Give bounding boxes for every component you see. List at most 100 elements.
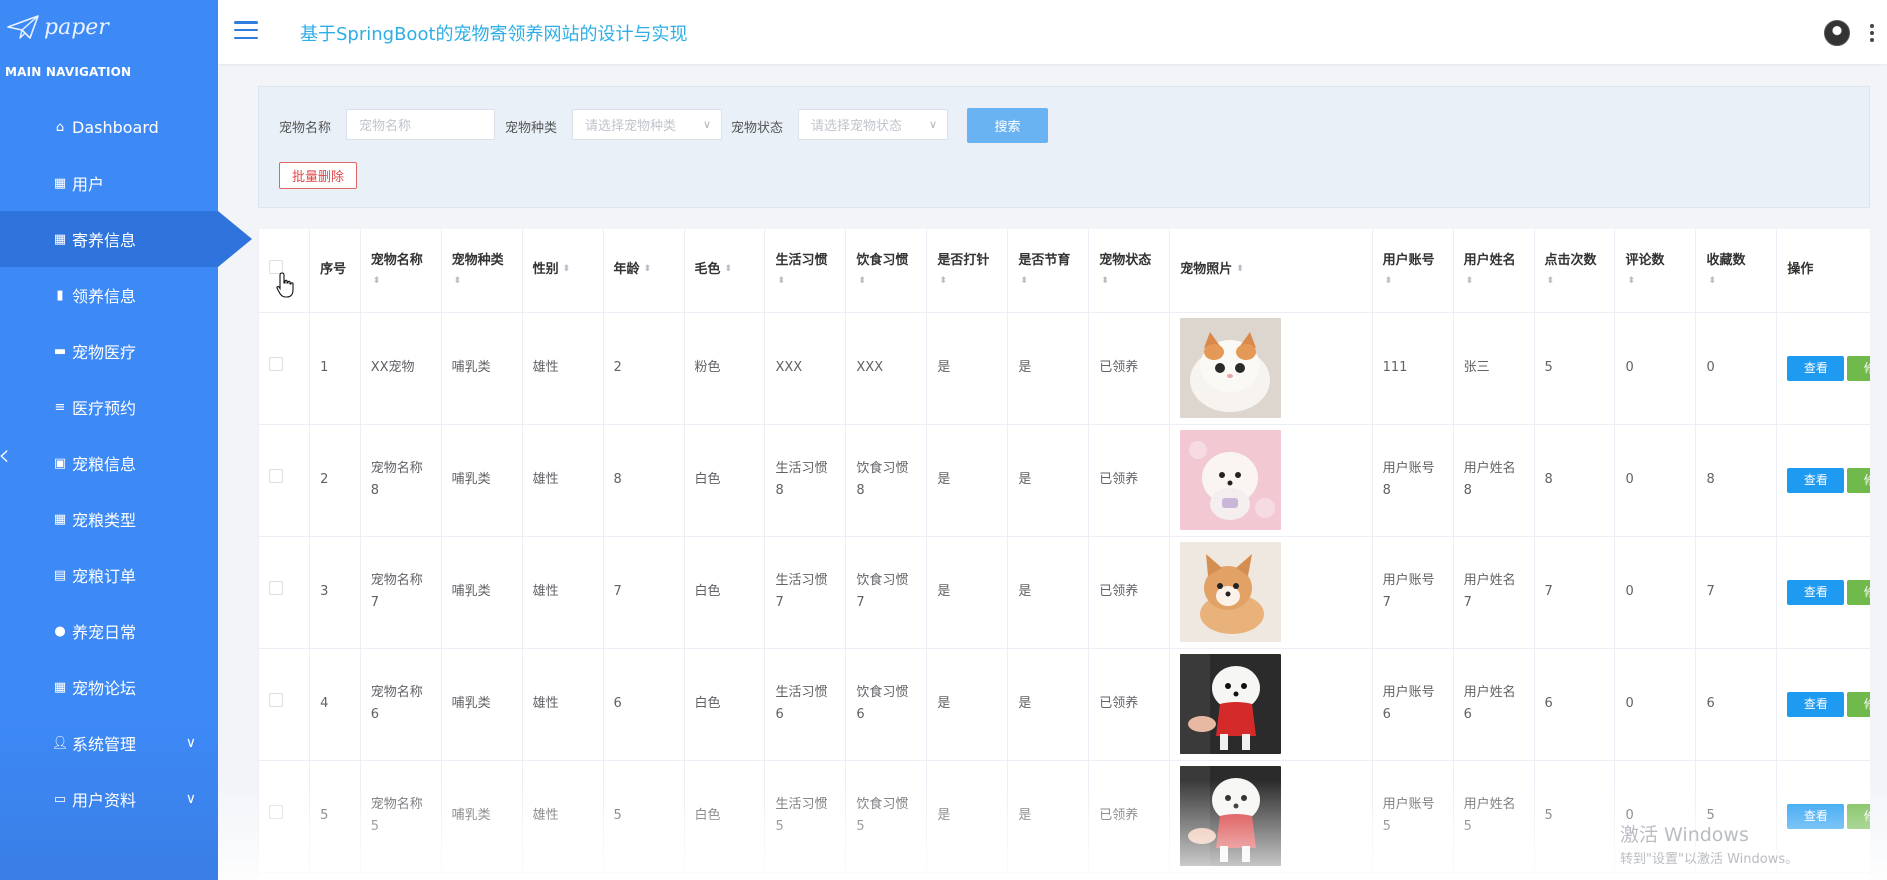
column-header[interactable]: 宠物种类 ⬍ — [441, 229, 523, 313]
column-header[interactable]: 评论数 ⬍ — [1614, 229, 1697, 313]
column-header[interactable]: 毛色 ⬍ — [684, 229, 766, 313]
chevron-left-icon[interactable]: ‹ — [0, 438, 10, 473]
avatar[interactable] — [1824, 20, 1850, 46]
table-row: 3 宠物名称7 哺乳类 雄性 7 白色 生活习惯7 饮食习惯7 是是已领养 用户账号7 用户姓名7 7… — [259, 536, 1870, 649]
sidebar-item-users[interactable]: ▦ 用户 — [0, 155, 218, 211]
more-vertical-icon[interactable] — [1870, 24, 1874, 42]
cell-age: 6 — [603, 648, 685, 761]
menu-toggle-icon[interactable] — [234, 21, 258, 39]
row-checkbox[interactable] — [269, 693, 283, 707]
sidebar-item-dashboard[interactable]: ⌂ Dashboard — [0, 99, 218, 155]
column-header[interactable]: 饮食习惯 ⬍ — [845, 229, 928, 313]
view-button[interactable]: 查看 — [1787, 803, 1845, 829]
grid-icon: ▦ — [53, 679, 67, 695]
cell-color: 白色 — [684, 648, 766, 761]
sort-icon[interactable]: ⬍ — [1547, 276, 1597, 286]
sort-icon[interactable]: ⬍ — [1101, 276, 1151, 286]
cell-account: 用户账号8 — [1372, 424, 1454, 537]
chevron-down-icon: ∨ — [702, 118, 711, 131]
sidebar-item-food-info[interactable]: ▣ 宠粮信息 — [0, 435, 218, 491]
column-header[interactable]: 宠物名称 ⬍ — [360, 229, 442, 313]
sort-icon[interactable]: ⬍ — [1466, 276, 1516, 286]
cell-status: 已领养 — [1088, 536, 1171, 649]
grid-icon: ▦ — [53, 231, 67, 247]
edit-button[interactable]: 修改 — [1847, 691, 1870, 717]
sidebar-item-pet-daily[interactable]: ● 养宠日常 — [0, 603, 218, 659]
sidebar-item-pet-medical[interactable]: ▬ 宠物医疗 — [0, 323, 218, 379]
view-button[interactable]: 查看 — [1787, 467, 1845, 493]
pet-photo[interactable] — [1180, 542, 1282, 642]
column-header[interactable]: 是否节育 ⬍ — [1007, 229, 1090, 313]
column-header[interactable]: 生活习惯 ⬍ — [764, 229, 847, 313]
sidebar-item-pet-forum[interactable]: ▦ 宠物论坛 — [0, 659, 218, 715]
pet-status-select[interactable]: 请选择宠物状态 ∨ — [798, 109, 948, 140]
sidebar-item-adoption-info[interactable]: ▮ 领养信息 — [0, 267, 218, 323]
view-button[interactable]: 查看 — [1787, 355, 1845, 381]
column-header[interactable]: 收藏数 ⬍ — [1695, 229, 1778, 313]
row-checkbox[interactable] — [269, 469, 283, 483]
cell-no: 2 — [309, 424, 361, 537]
column-header[interactable]: 是否打针 ⬍ — [926, 229, 1009, 313]
column-header[interactable]: 宠物照片 ⬍ — [1169, 229, 1373, 313]
cell-comments: 0 — [1614, 536, 1697, 649]
sidebar-item-foster-info[interactable]: ▦ 寄养信息 — [0, 211, 252, 267]
batch-delete-button[interactable]: 批量删除 — [279, 162, 357, 189]
row-checkbox[interactable] — [269, 581, 283, 595]
sort-icon[interactable]: ⬍ — [777, 276, 827, 286]
sort-icon[interactable]: ⬍ — [1385, 276, 1435, 286]
pet-photo[interactable] — [1180, 654, 1282, 754]
cell-type: 哺乳类 — [441, 536, 523, 649]
view-button[interactable]: 查看 — [1787, 691, 1845, 717]
sort-icon[interactable]: ⬍ — [858, 276, 908, 286]
column-header[interactable]: 用户账号 ⬍ — [1372, 229, 1454, 313]
column-header[interactable]: 点击次数 ⬍ — [1534, 229, 1616, 313]
sort-icon[interactable]: ⬍ — [373, 276, 423, 286]
sort-icon[interactable]: ⬍ — [1708, 276, 1745, 286]
sort-icon[interactable]: ⬍ — [1236, 265, 1244, 274]
edit-button[interactable]: 修改 — [1847, 579, 1870, 605]
sidebar-item-system-management[interactable]: 👤︎ 系统管理 ∨ — [0, 715, 218, 771]
cell-comments: 0 — [1614, 424, 1697, 537]
cell-name: 宠物名称8 — [360, 424, 442, 537]
column-header[interactable]: 用户姓名 ⬍ — [1453, 229, 1535, 313]
cell-account: 用户账号7 — [1372, 536, 1454, 649]
pet-type-select[interactable]: 请选择宠物种类 ∨ — [572, 109, 722, 140]
sidebar-item-food-type[interactable]: ▦ 宠粮类型 — [0, 491, 218, 547]
cell-gender: 雄性 — [522, 648, 604, 761]
sidebar-item-food-orders[interactable]: ▤ 宠粮订单 — [0, 547, 218, 603]
cell-actions: 查看修改 — [1776, 648, 1870, 761]
cell-type: 哺乳类 — [441, 312, 523, 425]
pet-photo[interactable] — [1180, 318, 1282, 418]
edit-button[interactable]: 修改 — [1847, 467, 1870, 493]
cell-name: 宠物名称5 — [360, 760, 442, 873]
sort-icon[interactable]: ⬍ — [1627, 276, 1664, 286]
column-header[interactable]: 年龄 ⬍ — [603, 229, 685, 313]
pet-photo[interactable] — [1180, 430, 1282, 530]
sidebar-item-medical-appointment[interactable]: ≡ 医疗预约 — [0, 379, 218, 435]
column-header[interactable]: 宠物状态 ⬍ — [1088, 229, 1171, 313]
sidebar-item-label: 养宠日常 — [72, 623, 137, 642]
pet-photo[interactable] — [1180, 766, 1282, 866]
sort-icon[interactable]: ⬍ — [939, 276, 989, 286]
sort-icon[interactable]: ⬍ — [644, 265, 652, 274]
sort-icon[interactable]: ⬍ — [725, 265, 733, 274]
view-button[interactable]: 查看 — [1787, 579, 1845, 605]
sidebar-item-label: 宠粮订单 — [72, 567, 137, 586]
cell-sterilized: 是 — [1007, 312, 1090, 425]
column-header[interactable]: 性别 ⬍ — [522, 229, 604, 313]
app-logo[interactable]: paper — [6, 12, 109, 42]
sort-icon[interactable]: ⬍ — [454, 276, 504, 286]
cell-username: 用户姓名8 — [1453, 424, 1535, 537]
column-header: 操作 — [1776, 229, 1870, 313]
row-checkbox[interactable] — [269, 357, 283, 371]
sort-icon[interactable]: ⬍ — [1020, 276, 1070, 286]
pet-name-input[interactable]: 宠物名称 — [346, 109, 495, 140]
row-checkbox[interactable] — [269, 805, 283, 819]
sidebar-item-label: 领养信息 — [72, 287, 137, 306]
sidebar-item-user-profile[interactable]: ▭ 用户资料 ∨ — [0, 771, 218, 827]
search-button[interactable]: 搜索 — [967, 108, 1048, 143]
edit-button[interactable]: 修改 — [1847, 355, 1870, 381]
sort-icon[interactable]: ⬍ — [563, 265, 571, 274]
pet-name-label: 宠物名称 — [279, 121, 332, 136]
edit-button[interactable]: 修改 — [1847, 803, 1870, 829]
